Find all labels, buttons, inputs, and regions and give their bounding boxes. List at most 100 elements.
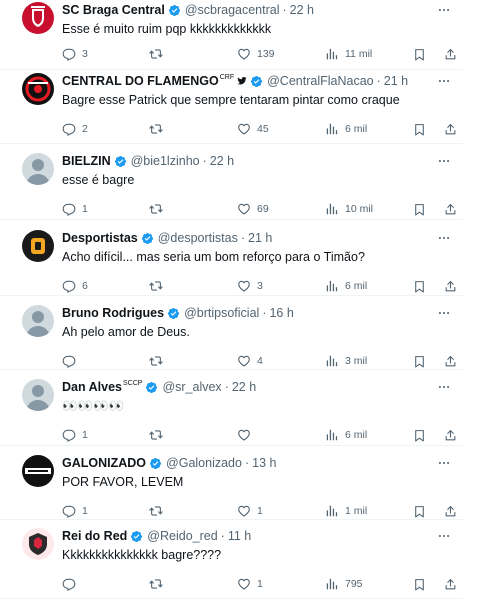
reply-button[interactable]: 1: [62, 201, 88, 217]
share-button[interactable]: [444, 503, 457, 519]
share-button[interactable]: [444, 353, 457, 369]
like-button[interactable]: 139: [237, 46, 275, 62]
user-handle[interactable]: @Galonizado: [166, 456, 242, 470]
timestamp[interactable]: 11 h: [228, 529, 251, 543]
retweet-button[interactable]: [149, 201, 169, 217]
retweet-button[interactable]: [149, 46, 169, 62]
bookmark-button[interactable]: [413, 121, 426, 137]
like-button[interactable]: 45: [237, 121, 269, 137]
rei-do-red-logo-icon[interactable]: [22, 528, 54, 560]
user-handle[interactable]: @brtipsoficial: [184, 306, 259, 320]
user-handle[interactable]: @bie1lzinho: [131, 154, 200, 168]
views-button[interactable]: 10 mil: [325, 201, 373, 217]
more-options-icon[interactable]: [437, 380, 451, 394]
reply-tweet[interactable]: BIELZIN @bie1lzinho · 22 h esse é bagre …: [0, 145, 463, 220]
display-name[interactable]: Bruno Rodrigues: [62, 306, 164, 320]
timestamp[interactable]: 21 h: [248, 231, 272, 245]
verified-badge-icon[interactable]: [168, 4, 181, 17]
views-button[interactable]: 11 mil: [325, 46, 372, 62]
bookmark-button[interactable]: [413, 427, 426, 443]
display-name[interactable]: Rei do Red: [62, 529, 127, 543]
share-button[interactable]: [444, 46, 457, 62]
timestamp[interactable]: 22 h: [210, 154, 234, 168]
more-options-icon[interactable]: [437, 154, 451, 168]
user-photo-icon[interactable]: [22, 305, 54, 337]
user-handle[interactable]: @CentralFlaNacao: [267, 74, 373, 88]
reply-tweet[interactable]: GALONIZADO @Galonizado · 13 h POR FAVOR,…: [0, 447, 463, 520]
reply-button[interactable]: 1: [62, 427, 88, 443]
like-button[interactable]: 1: [237, 503, 263, 519]
like-button[interactable]: 3: [237, 278, 263, 294]
display-name[interactable]: BIELZIN: [62, 154, 111, 168]
timestamp[interactable]: 22 h: [290, 3, 314, 17]
user-photo-icon[interactable]: [22, 153, 54, 185]
views-button[interactable]: 795: [325, 576, 363, 592]
reply-tweet[interactable]: SC Braga Central @scbragacentral · 22 h …: [0, 0, 463, 70]
user-handle[interactable]: @Reido_red: [147, 529, 217, 543]
bookmark-button[interactable]: [413, 576, 426, 592]
retweet-button[interactable]: [149, 278, 169, 294]
retweet-button[interactable]: [149, 503, 169, 519]
views-button[interactable]: 6 mil: [325, 427, 367, 443]
views-button[interactable]: 3 mil: [325, 353, 367, 369]
views-button[interactable]: 1 mil: [325, 503, 367, 519]
share-button[interactable]: [444, 201, 457, 217]
timestamp[interactable]: 16 h: [269, 306, 293, 320]
more-options-icon[interactable]: [437, 74, 451, 88]
share-button[interactable]: [444, 278, 457, 294]
bookmark-button[interactable]: [413, 201, 426, 217]
timestamp[interactable]: 13 h: [252, 456, 276, 470]
reply-tweet[interactable]: Dan Alves SCCP @sr_alvex · 22 h 👀👀👀👀 1 6…: [0, 371, 463, 446]
views-button[interactable]: 6 mil: [325, 121, 367, 137]
verified-badge-icon[interactable]: [167, 307, 180, 320]
bookmark-button[interactable]: [413, 503, 426, 519]
bookmark-button[interactable]: [413, 353, 426, 369]
user-handle[interactable]: @sr_alvex: [162, 380, 221, 394]
reply-tweet[interactable]: Desportistas @desportistas · 21 h Acho d…: [0, 221, 463, 296]
user-photo-icon[interactable]: [22, 379, 54, 411]
more-options-icon[interactable]: [437, 231, 451, 245]
retweet-button[interactable]: [149, 427, 169, 443]
display-name[interactable]: GALONIZADO: [62, 456, 146, 470]
share-button[interactable]: [444, 427, 457, 443]
reply-button[interactable]: 6: [62, 278, 88, 294]
like-button[interactable]: [237, 427, 257, 443]
display-name[interactable]: SC Braga Central: [62, 3, 165, 17]
reply-button[interactable]: 2: [62, 121, 88, 137]
sc-braga-crest-icon[interactable]: [22, 2, 54, 34]
bookmark-button[interactable]: [413, 278, 426, 294]
retweet-button[interactable]: [149, 353, 169, 369]
reply-button[interactable]: 1: [62, 503, 88, 519]
reply-button[interactable]: [62, 353, 82, 369]
galonizado-logo-icon[interactable]: [22, 455, 54, 487]
verified-badge-icon[interactable]: [149, 457, 162, 470]
timestamp[interactable]: 22 h: [232, 380, 256, 394]
reply-button[interactable]: [62, 576, 82, 592]
user-handle[interactable]: @desportistas: [158, 231, 238, 245]
bookmark-button[interactable]: [413, 46, 426, 62]
verified-badge-icon[interactable]: [141, 232, 154, 245]
reply-tweet[interactable]: Bruno Rodrigues @brtipsoficial · 16 h Ah…: [0, 297, 463, 370]
more-options-icon[interactable]: [437, 456, 451, 470]
share-button[interactable]: [444, 576, 457, 592]
retweet-button[interactable]: [149, 121, 169, 137]
like-button[interactable]: 69: [237, 201, 269, 217]
views-button[interactable]: 6 mil: [325, 278, 367, 294]
display-name[interactable]: Desportistas: [62, 231, 138, 245]
verified-badge-icon[interactable]: [145, 381, 158, 394]
reply-tweet[interactable]: Rei do Red @Reido_red · 11 h Kkkkkkkkkkk…: [0, 521, 463, 599]
verified-badge-icon[interactable]: [250, 75, 263, 88]
share-button[interactable]: [444, 121, 457, 137]
like-button[interactable]: 4: [237, 353, 263, 369]
central-do-flamengo-logo-icon[interactable]: [22, 73, 54, 105]
more-options-icon[interactable]: [437, 529, 451, 543]
verified-badge-icon[interactable]: [130, 530, 143, 543]
timestamp[interactable]: 21 h: [384, 74, 408, 88]
more-options-icon[interactable]: [437, 3, 451, 17]
reply-button[interactable]: 3: [62, 46, 88, 62]
display-name[interactable]: CENTRAL DO FLAMENGO: [62, 74, 219, 88]
display-name[interactable]: Dan Alves: [62, 380, 122, 394]
like-button[interactable]: 1: [237, 576, 263, 592]
more-options-icon[interactable]: [437, 306, 451, 320]
retweet-button[interactable]: [149, 576, 169, 592]
